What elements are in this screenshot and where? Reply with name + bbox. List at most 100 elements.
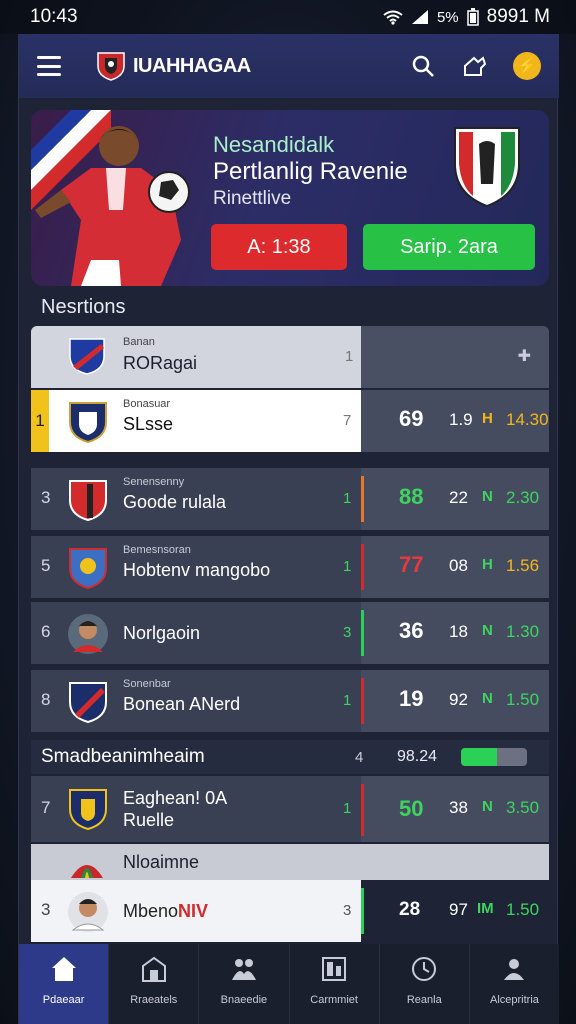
nav-results[interactable]: Rraeatels xyxy=(109,944,200,1024)
row-rank: 1 xyxy=(31,390,49,452)
team-played: 97 xyxy=(449,900,468,919)
standings-row[interactable]: 3 MbenoNIV 3 28 97 IM 1.50 xyxy=(31,880,549,942)
team-name: Norlgaoin xyxy=(123,623,201,643)
nav-label: Alcepritria xyxy=(489,994,539,1006)
progress-bar xyxy=(461,748,527,766)
standings-row[interactable]: 1 Bonasuar SLsse 7 69 1.9 H 14.30 xyxy=(31,390,549,452)
team-crest-icon xyxy=(69,789,107,831)
team-played: 38 xyxy=(449,798,468,817)
building-icon xyxy=(141,956,166,982)
row-rank: 3 xyxy=(41,900,51,919)
odds-value[interactable]: 14.30 xyxy=(506,410,549,430)
team-crest-icon xyxy=(69,548,107,590)
team-crest-icon xyxy=(69,480,107,522)
team-crest-icon xyxy=(69,682,107,724)
profile-icon xyxy=(504,959,525,980)
nav-history[interactable]: Reanla xyxy=(380,944,470,1024)
strip-label: Smadbeanimheaim xyxy=(41,746,205,767)
share-icon[interactable] xyxy=(461,52,489,80)
player-avatar xyxy=(68,614,108,654)
signal-icon xyxy=(411,10,428,24)
standings-row[interactable]: 8 Sonenbar Bonean ANerd 1 19 92 N 1.50 xyxy=(31,670,549,732)
status-bar: 10:43 5% 8991 M xyxy=(0,0,576,34)
bottom-nav: Pdaeaar Rraeatels Bnaeedie Carmmiet Rean… xyxy=(19,944,559,1024)
strip-count: 4 xyxy=(355,748,364,766)
player-image xyxy=(35,126,190,286)
row-count: 7 xyxy=(343,412,352,429)
header-subtitle: Banan xyxy=(123,336,155,348)
hero-banner[interactable]: Nesandidalk Pertlanlig Ravenie Rinettliv… xyxy=(31,110,549,286)
search-icon[interactable] xyxy=(409,52,437,80)
odds-value[interactable]: 1.50 xyxy=(506,690,539,710)
group-header[interactable]: Nloaimne xyxy=(31,844,549,880)
player-name: MbenoNIV xyxy=(123,901,208,922)
team-subtitle: Senensenny xyxy=(123,476,185,488)
sign-up-button[interactable]: Sarip. 2ara xyxy=(363,224,535,270)
nav-profile[interactable]: Alcepritria xyxy=(470,944,559,1024)
match-time-button[interactable]: A: 1:38 xyxy=(211,224,347,270)
nav-label: Rraeatels xyxy=(130,994,178,1006)
row-count: 3 xyxy=(343,624,352,641)
standings-row[interactable]: 7 Eaghean! 0A Ruelle 1 50 38 N 3.50 xyxy=(31,776,549,842)
odds-tag: N xyxy=(482,488,493,505)
nav-label: Bnaeedie xyxy=(220,994,268,1006)
nav-label: Pdaeaar xyxy=(42,994,85,1006)
row-rank: 8 xyxy=(41,690,51,709)
umbrella-icon xyxy=(71,865,103,878)
nav-teams[interactable]: Bnaeedie xyxy=(199,944,290,1024)
header-team-name: RORagai xyxy=(123,353,198,373)
odds-value[interactable]: 2.30 xyxy=(506,488,539,508)
form-indicator xyxy=(361,610,364,656)
odds-value[interactable]: 3.50 xyxy=(506,798,539,818)
row-count: 1 xyxy=(343,800,352,817)
odds-tag: N xyxy=(482,690,493,707)
standings-row[interactable]: 5 Bemesnsoran Hobtenv mangobo 1 77 08 H … xyxy=(31,536,549,598)
section-title: Nesrtions xyxy=(41,296,126,318)
battery-text: 5% xyxy=(436,8,459,26)
strip-time: 98.24 xyxy=(397,748,438,765)
standings-header-row[interactable]: Banan RORagai 1 ✚ xyxy=(31,326,549,388)
battery-icon xyxy=(466,8,479,26)
club-crest-icon xyxy=(97,52,125,81)
app-frame: IUAHHAGAA ⚡ Nesandidalk Pertlanlig Raven… xyxy=(18,34,559,1024)
nav-label: Carmmiet xyxy=(310,994,358,1006)
board-icon xyxy=(322,957,347,981)
standings-row[interactable]: 6 Norlgaoin 3 36 18 N 1.30 xyxy=(31,602,549,664)
people-icon xyxy=(231,959,256,980)
nav-board[interactable]: Carmmiet xyxy=(290,944,380,1024)
nav-home[interactable]: Pdaeaar xyxy=(19,944,110,1024)
progress-fill xyxy=(461,748,498,766)
standings-row[interactable]: 3 Senensenny Goode rulala 1 88 22 N 2.30 xyxy=(31,468,549,530)
odds-value[interactable]: 1.50 xyxy=(506,900,539,920)
status-icons: 5% 8991 M xyxy=(383,6,550,28)
team-played: 18 xyxy=(449,622,468,641)
live-match-strip[interactable]: Smadbeanimheaim 4 98.24 xyxy=(31,740,549,774)
team-crest-icon xyxy=(454,127,520,208)
odds-value[interactable]: 1.56 xyxy=(506,556,539,576)
status-time: 10:43 xyxy=(30,6,78,27)
hamburger-menu-icon[interactable] xyxy=(37,56,61,76)
team-played: 1.9 xyxy=(449,410,473,429)
row-count: 3 xyxy=(343,902,352,919)
odds-tag: IM xyxy=(477,900,494,917)
team-points: 36 xyxy=(399,618,424,643)
team-subtitle: Bemesnsoran xyxy=(123,544,191,556)
header-actions: ⚡ xyxy=(409,52,541,80)
pin-icon[interactable]: ✚ xyxy=(518,346,531,366)
team-subtitle: Bonasuar xyxy=(123,398,171,410)
row-count: 1 xyxy=(343,558,352,575)
group-label: Nloaimne xyxy=(123,852,200,872)
team-points: 88 xyxy=(399,484,424,509)
brand[interactable]: IUAHHAGAA xyxy=(95,50,251,82)
team-points: 19 xyxy=(399,686,424,711)
team-played: 08 xyxy=(449,556,468,575)
team-subtitle: Sonenbar xyxy=(123,678,171,690)
hero-kicker: Nesandidalk xyxy=(213,132,335,157)
coins-icon[interactable]: ⚡ xyxy=(513,52,541,80)
odds-value[interactable]: 1.30 xyxy=(506,622,539,642)
team-points: 28 xyxy=(399,899,421,920)
team-points: 77 xyxy=(399,552,424,577)
form-indicator xyxy=(361,888,364,934)
odds-tag: N xyxy=(482,622,493,639)
player-avatar xyxy=(68,892,108,932)
